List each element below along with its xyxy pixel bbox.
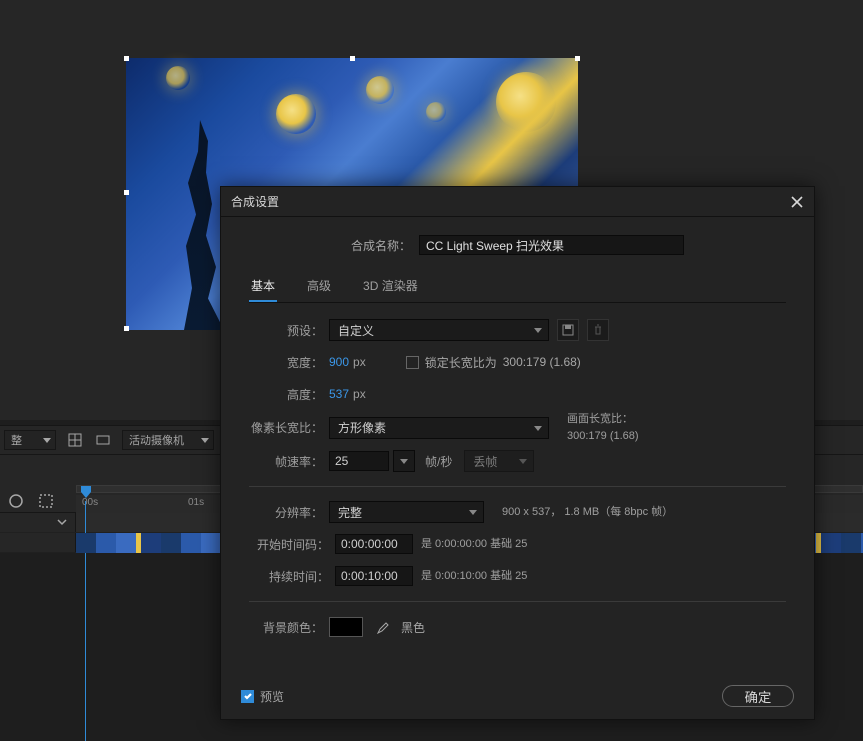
height-label: 高度： [249, 386, 329, 403]
start-timecode-label: 开始时间码： [249, 536, 335, 553]
framerate-unit: 帧/秒 [425, 453, 452, 470]
comp-name-input[interactable] [419, 235, 684, 255]
duration-label: 持续时间： [249, 568, 335, 585]
mask-icon[interactable] [94, 431, 112, 449]
bgcolor-swatch[interactable] [329, 617, 363, 637]
frame-blend-icon[interactable] [38, 493, 54, 512]
preview-checkbox-label: 预览 [260, 688, 284, 705]
tabs: 基本 高级 3D 渲染器 [249, 273, 786, 303]
height-unit: px [353, 387, 366, 401]
framerate-label: 帧速率： [249, 453, 329, 470]
comp-name-label: 合成名称： [351, 237, 411, 254]
frame-aspect-label: 画面长宽比： [567, 411, 639, 428]
resolution-label: 分辨率： [249, 504, 329, 521]
eyedropper-icon[interactable] [371, 616, 393, 638]
resolution-select[interactable]: 完整 [329, 501, 484, 523]
width-value[interactable]: 900 [329, 355, 349, 369]
start-timecode-input[interactable] [335, 534, 413, 554]
camera-dropdown[interactable]: 活动摄像机 [122, 430, 214, 450]
frame-aspect-value: 300:179 (1.68) [567, 428, 639, 445]
lock-aspect-checkbox[interactable] [406, 356, 419, 369]
selection-handle[interactable] [350, 56, 355, 61]
framerate-dropdown-arrow[interactable] [393, 450, 415, 472]
start-timecode-info: 是 0:00:00:00 基础 25 [421, 536, 527, 553]
close-button[interactable] [790, 195, 804, 209]
preset-select[interactable]: 自定义 [329, 319, 549, 341]
magnification-dropdown[interactable]: 整 [4, 430, 56, 450]
resolution-info: 900 x 537， 1.8 MB（每 8bpc 帧） [502, 504, 673, 521]
ok-button[interactable]: 确定 [722, 685, 794, 707]
preset-label: 预设： [249, 322, 329, 339]
lock-aspect-label: 锁定长宽比为 [425, 354, 497, 371]
height-value[interactable]: 537 [329, 387, 349, 401]
selection-handle[interactable] [124, 190, 129, 195]
framerate-input[interactable] [329, 451, 389, 471]
preview-checkbox[interactable] [241, 690, 254, 703]
duration-input[interactable] [335, 566, 413, 586]
selection-handle[interactable] [124, 326, 129, 331]
lock-aspect-ratio: 300:179 (1.68) [503, 355, 581, 369]
bgcolor-label: 背景颜色： [249, 619, 329, 636]
save-preset-icon[interactable] [557, 319, 579, 341]
grid-icon[interactable] [66, 431, 84, 449]
width-unit: px [353, 355, 366, 369]
duration-info: 是 0:00:10:00 基础 25 [421, 568, 527, 585]
pixel-aspect-label: 像素长宽比： [249, 419, 329, 436]
delete-preset-icon[interactable] [587, 319, 609, 341]
composition-settings-dialog: 合成设置 合成名称： 基本 高级 3D 渲染器 预设： 自定义 宽度： 900 … [220, 186, 815, 720]
width-label: 宽度： [249, 354, 329, 371]
bgcolor-name: 黑色 [401, 619, 425, 636]
collapse-chevron-icon[interactable] [57, 516, 71, 530]
pixel-aspect-select[interactable]: 方形像素 [329, 417, 549, 439]
tab-basic[interactable]: 基本 [249, 273, 277, 302]
tab-advanced[interactable]: 高级 [305, 273, 333, 302]
selection-handle[interactable] [575, 56, 580, 61]
tab-3d-renderer[interactable]: 3D 渲染器 [361, 273, 420, 302]
selection-handle[interactable] [124, 56, 129, 61]
dialog-title: 合成设置 [231, 193, 279, 210]
shy-icon[interactable] [8, 493, 24, 512]
playhead-icon[interactable] [80, 485, 92, 501]
ruler-tick-label: 01s [188, 497, 204, 508]
dropframe-select: 丢帧 [464, 450, 534, 472]
